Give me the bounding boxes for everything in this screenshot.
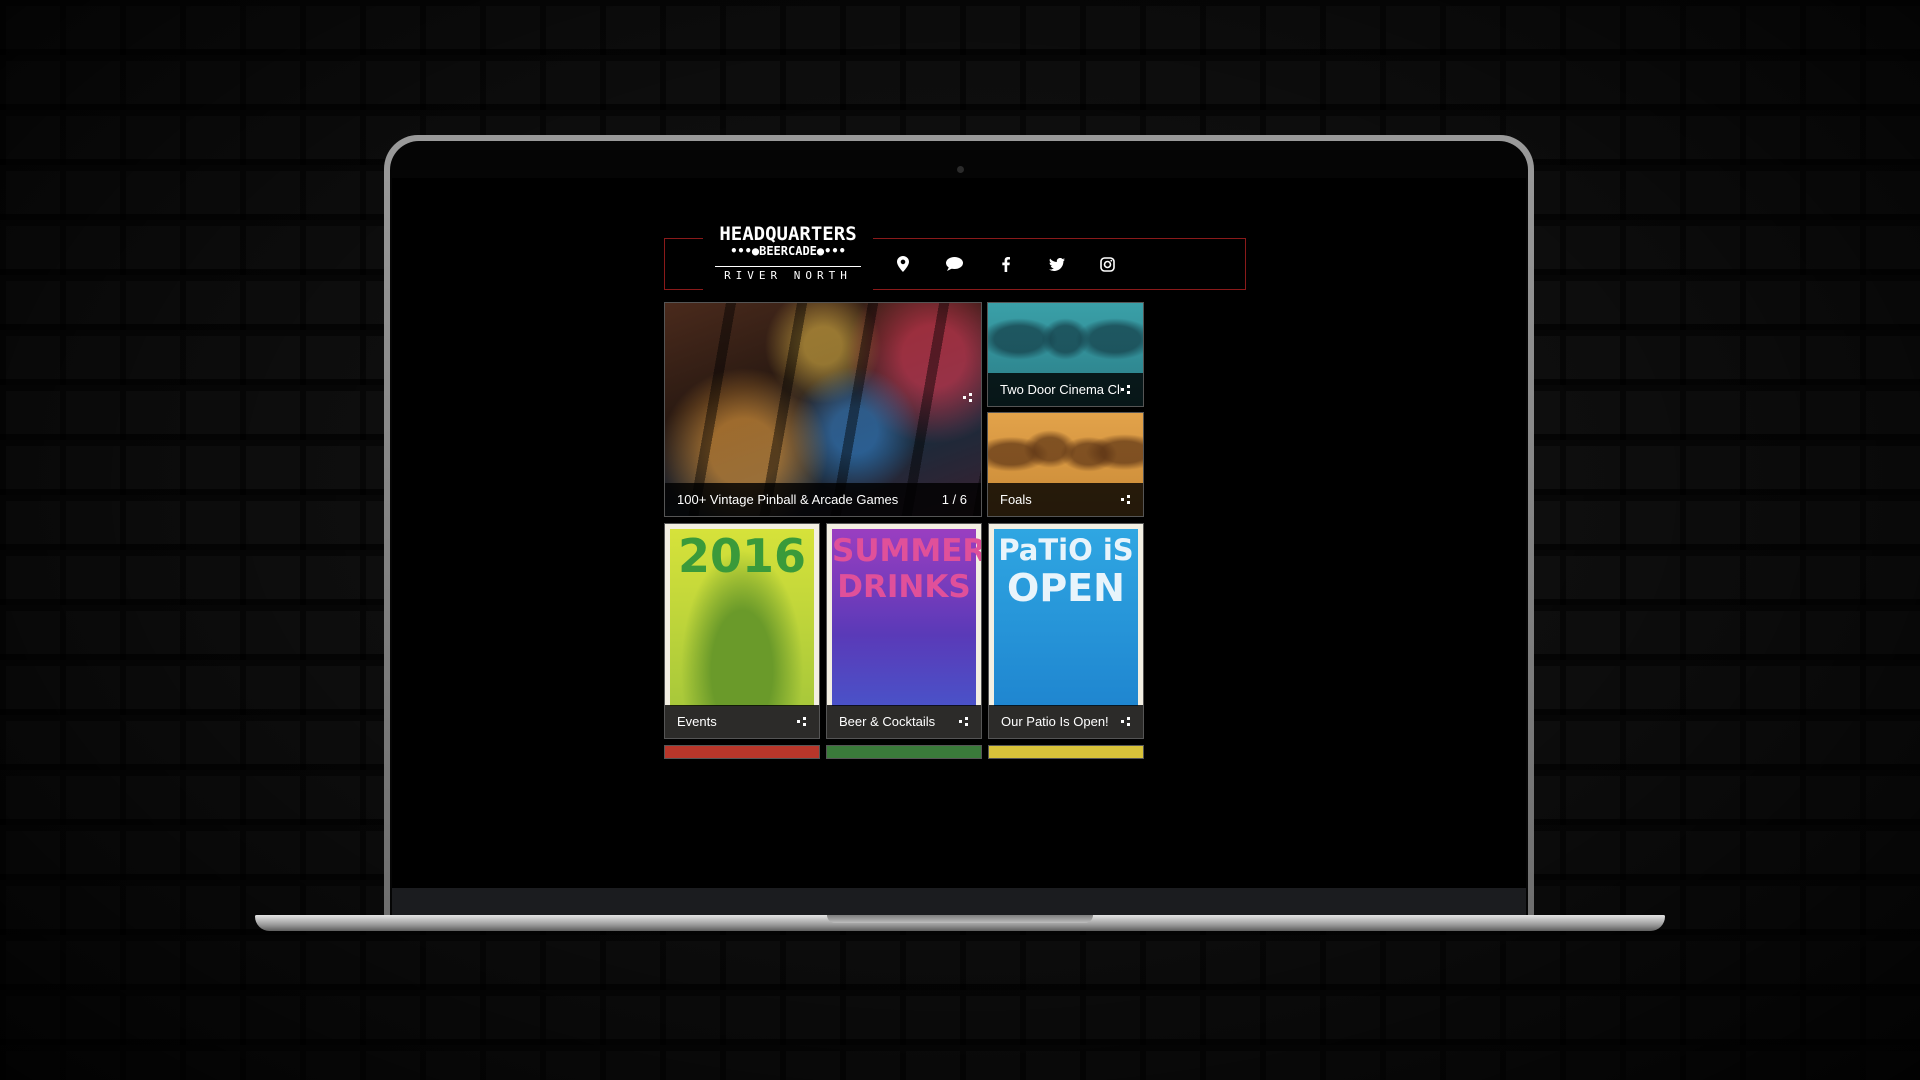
beer-cocktails-caption-text: Beer & Cocktails	[839, 714, 936, 729]
events-caption: Events	[665, 705, 819, 738]
slide-counter: 1 / 6	[941, 492, 967, 507]
expand-icon[interactable]	[1121, 494, 1131, 505]
logo-location: RIVER NORTH	[724, 269, 852, 282]
side-tile-two-door[interactable]: Two Door Cinema Club	[987, 302, 1144, 407]
beer-cocktails-caption: Beer & Cocktails	[827, 705, 981, 738]
site-logo[interactable]: HEADQUARTERS •••●BEERCADE●••• RIVER NORT…	[703, 219, 873, 305]
laptop-notch	[827, 915, 1093, 923]
hero-caption: 100+ Vintage Pinball & Arcade Games 1 / …	[665, 483, 981, 516]
instagram-icon[interactable]	[1097, 254, 1117, 274]
hero-caption-text: 100+ Vintage Pinball & Arcade Games	[677, 492, 899, 507]
foals-caption-text: Foals	[1000, 492, 1032, 507]
screen-bottom	[392, 761, 1526, 888]
hero-slide[interactable]: 100+ Vintage Pinball & Arcade Games 1 / …	[664, 302, 982, 517]
patio-poster-art: PaTiO iS OPEN	[994, 529, 1138, 706]
drinks-poster-art: SUMMER DRINKS	[832, 529, 982, 706]
expand-icon[interactable]	[1121, 716, 1131, 727]
two-door-caption: Two Door Cinema Club	[988, 373, 1143, 406]
poster-tile-patio[interactable]: PaTiO iS OPEN Our Patio Is Open!	[988, 523, 1144, 739]
patio-poster-text-1: PaTiO iS	[998, 533, 1134, 567]
poster-tile-events[interactable]: 2016 Events	[664, 523, 820, 739]
laptop-chin	[392, 888, 1526, 915]
logo-divider	[715, 266, 861, 267]
drinks-poster-text-2: DRINKS	[837, 569, 971, 605]
next-tile-peek-3[interactable]	[988, 745, 1144, 759]
webcam-icon	[957, 166, 964, 173]
events-caption-text: Events	[677, 714, 717, 729]
patio-caption: Our Patio Is Open!	[989, 705, 1143, 738]
expand-icon[interactable]	[797, 716, 807, 727]
drinks-poster-text-1: SUMMER	[832, 533, 982, 569]
expand-icon[interactable]	[963, 393, 973, 403]
foals-caption: Foals	[988, 483, 1143, 516]
facebook-icon[interactable]	[996, 254, 1016, 274]
expand-icon[interactable]	[1121, 384, 1131, 395]
expand-icon[interactable]	[959, 716, 969, 727]
patio-poster-text-2: OPEN	[1007, 566, 1125, 610]
laptop-screen: HEADQUARTERS •••●BEERCADE●••• RIVER NORT…	[392, 178, 1526, 888]
twitter-icon[interactable]	[1047, 254, 1067, 274]
chat-bubble-icon[interactable]	[944, 254, 964, 274]
side-tile-foals[interactable]: Foals	[987, 412, 1144, 517]
logo-title: HEADQUARTERS	[719, 223, 857, 245]
map-pin-icon[interactable]	[893, 254, 913, 274]
poster-tile-beer-cocktails[interactable]: SUMMER DRINKS Beer & Cocktails	[826, 523, 982, 739]
logo-subtitle: •••●BEERCADE●•••	[730, 244, 846, 258]
patio-caption-text: Our Patio Is Open!	[1001, 714, 1109, 729]
site-header: HEADQUARTERS •••●BEERCADE●••• RIVER NORT…	[664, 219, 1246, 305]
two-door-caption-text: Two Door Cinema Club	[1000, 382, 1121, 397]
next-tile-peek-2[interactable]	[826, 745, 982, 759]
events-poster-art: 2016	[670, 529, 814, 706]
events-poster-text: 2016	[677, 529, 807, 583]
next-tile-peek-1[interactable]	[664, 745, 820, 759]
